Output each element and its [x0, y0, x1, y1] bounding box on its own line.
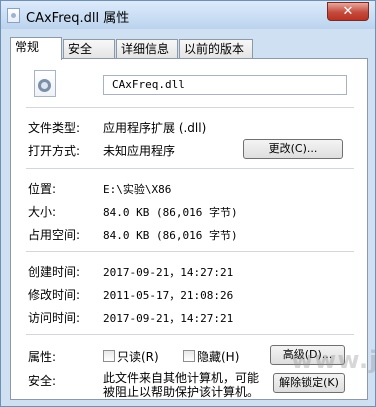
file-type-value: 应用程序扩展 (.dll) — [103, 121, 207, 135]
open-with-label: 打开方式: — [28, 144, 81, 158]
properties-window: CAxFreq.dll 属性 ✕ 常规 安全 详细信息 以前的版本 CAxFre… — [0, 0, 376, 407]
modified-label: 修改时间: — [28, 288, 81, 302]
created-value: 2017-09-21，14:27:21 — [103, 266, 234, 279]
file-name-field[interactable]: CAxFreq.dll — [103, 75, 347, 95]
readonly-label[interactable]: 只读(R) — [117, 348, 159, 365]
divider — [26, 107, 354, 108]
change-button[interactable]: 更改(C)... — [243, 139, 343, 159]
hidden-checkbox[interactable] — [183, 350, 195, 362]
file-type-label: 文件类型: — [28, 121, 81, 135]
modified-value: 2011-05-17，21:08:26 — [103, 289, 234, 302]
location-value: E:\实验\X86 — [103, 183, 172, 196]
security-label: 安全: — [28, 374, 57, 388]
open-with-value: 未知应用程序 — [103, 144, 176, 158]
divider — [26, 251, 354, 252]
divider — [26, 334, 354, 335]
tab-security[interactable]: 安全 — [63, 39, 115, 58]
close-button[interactable]: ✕ — [327, 2, 369, 21]
tab-general[interactable]: 常规 — [10, 37, 62, 60]
dll-file-icon — [7, 8, 20, 23]
created-label: 创建时间: — [28, 265, 81, 279]
tab-details[interactable]: 详细信息 — [116, 39, 178, 58]
dll-gear-icon — [34, 70, 56, 97]
window-title: CAxFreq.dll 属性 — [26, 11, 130, 26]
size-on-disk-label: 占用空间: — [28, 228, 81, 242]
site-watermark: www.jb51.net — [291, 346, 376, 374]
divider — [26, 168, 354, 169]
size-value: 84.0 KB (86,016 字节) — [103, 206, 238, 219]
location-label: 位置: — [28, 182, 57, 196]
security-text-line2: 被阻止以帮助保护该计算机。 — [103, 385, 260, 399]
size-label: 大小: — [28, 205, 57, 219]
unblock-button[interactable]: 解除锁定(K) — [273, 373, 345, 393]
tab-previous-versions[interactable]: 以前的版本 — [179, 39, 253, 58]
accessed-label: 访问时间: — [28, 311, 81, 325]
title-bar[interactable]: CAxFreq.dll 属性 ✕ — [1, 1, 375, 29]
attributes-label: 属性: — [28, 350, 57, 364]
tab-bar: 常规 安全 详细信息 以前的版本 — [10, 37, 368, 60]
size-on-disk-value: 84.0 KB (86,016 字节) — [103, 229, 238, 242]
hidden-label[interactable]: 隐藏(H) — [197, 348, 239, 365]
accessed-value: 2017-09-21，14:27:21 — [103, 312, 234, 325]
readonly-checkbox[interactable] — [103, 350, 115, 362]
